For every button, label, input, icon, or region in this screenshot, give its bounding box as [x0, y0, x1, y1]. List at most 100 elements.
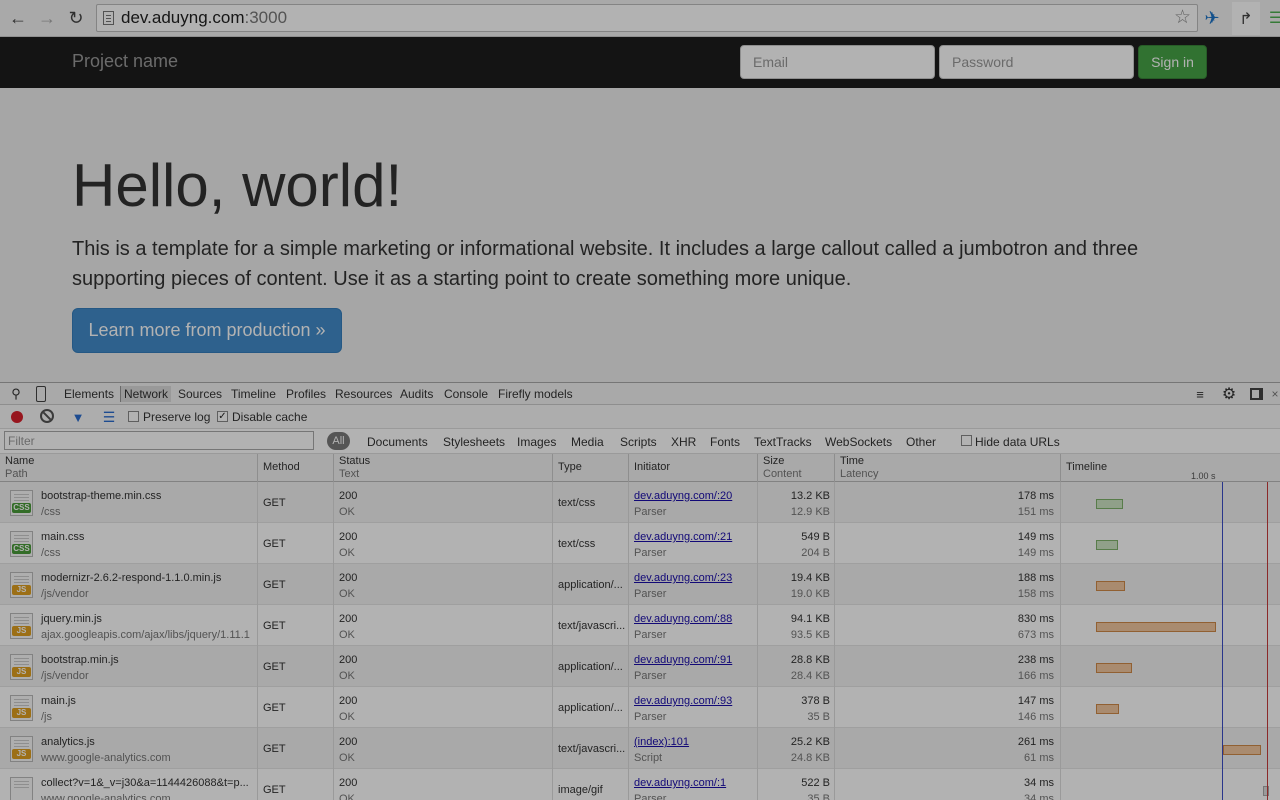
learn-more-button[interactable]: Learn more from production » — [72, 308, 342, 353]
type-cell: text/javascri... — [552, 728, 628, 769]
col-type-header[interactable]: Type — [552, 454, 582, 482]
filter-type-websockets[interactable]: WebSockets — [825, 435, 892, 449]
request-path: /js — [41, 711, 52, 723]
tab-elements[interactable]: Elements — [64, 386, 114, 402]
size-cell: 25.2 KB 24.8 KB — [757, 728, 834, 769]
tab-profiles[interactable]: Profiles — [286, 386, 326, 402]
hide-data-urls-checkbox[interactable] — [961, 435, 972, 446]
address-bar[interactable]: dev.aduyng.com:3000 ☆ — [96, 4, 1198, 32]
back-icon[interactable]: ← — [6, 6, 30, 30]
col-time-header[interactable]: Time Latency — [834, 454, 879, 482]
request-path: www.google-analytics.com — [41, 793, 171, 800]
tab-resources[interactable]: Resources — [335, 386, 392, 402]
time-cell: 188 ms 158 ms — [834, 564, 1060, 605]
reload-icon[interactable]: ↻ — [64, 6, 88, 30]
initiator-link[interactable]: dev.aduyng.com/:88 — [634, 613, 732, 625]
initiator-type: Parser — [634, 793, 667, 800]
status-text: OK — [339, 711, 355, 723]
request-content: 19.0 KB — [790, 588, 830, 600]
request-content: 204 B — [801, 547, 830, 559]
time-cell: 830 ms 673 ms — [834, 605, 1060, 646]
filter-all-button[interactable]: All — [327, 432, 350, 450]
request-row[interactable]: collect?v=1&_v=j30&a=1144426088&t=p... ww… — [0, 769, 1280, 800]
filter-type-scripts[interactable]: Scripts — [620, 435, 657, 449]
tab-network[interactable]: Network — [120, 386, 172, 402]
request-latency: 158 ms — [1017, 588, 1054, 600]
request-row[interactable]: JS bootstrap.min.js/js/vendor GET 200 OK appl… — [0, 646, 1280, 687]
status-code: 200 — [339, 736, 358, 748]
request-size: 378 B — [801, 695, 830, 707]
menu-icon[interactable]: ☰ — [1264, 6, 1280, 30]
request-latency: 166 ms — [1017, 670, 1054, 682]
type-cell: application/... — [552, 687, 628, 728]
size-cell: 522 B 35 B — [757, 769, 834, 800]
dock-side-icon[interactable] — [1250, 388, 1263, 400]
disable-cache-checkbox[interactable]: ✓ — [217, 411, 228, 422]
initiator-link[interactable]: (index):101 — [634, 736, 689, 748]
initiator-link[interactable]: dev.aduyng.com/:21 — [634, 531, 732, 543]
size-cell: 378 B 35 B — [757, 687, 834, 728]
initiator-link[interactable]: dev.aduyng.com/:91 — [634, 654, 732, 666]
col-method-header[interactable]: Method — [257, 454, 300, 482]
large-rows-icon[interactable]: ☰ — [101, 409, 117, 425]
cursor-extension-icon[interactable]: ↱ — [1232, 2, 1260, 35]
status-cell: 200 OK — [333, 482, 552, 523]
search-icon[interactable]: ⚲ — [8, 386, 24, 402]
clear-icon[interactable] — [40, 409, 54, 423]
img-file-icon — [10, 777, 33, 800]
close-devtools-icon[interactable]: × — [1270, 386, 1280, 402]
initiator-cell: (index):101 Script — [628, 728, 757, 769]
settings-gear-icon[interactable]: ⚙ — [1220, 385, 1238, 403]
request-row[interactable]: CSS bootstrap-theme.min.css/css GET 200 OK te… — [0, 482, 1280, 523]
tab-timeline[interactable]: Timeline — [231, 386, 276, 402]
filter-type-xhr[interactable]: XHR — [671, 435, 696, 449]
col-status-header[interactable]: Status Text — [333, 454, 370, 482]
request-row[interactable]: JS main.js/js GET 200 OK application/... dev.a… — [0, 687, 1280, 728]
request-row[interactable]: JS jquery.min.js ajax.googleapis.com/ajax/… — [0, 605, 1280, 646]
request-content: 12.9 KB — [790, 506, 830, 518]
filter-type-images[interactable]: Images — [517, 435, 556, 449]
initiator-type: Parser — [634, 711, 667, 723]
tab-firefly-models[interactable]: Firefly models — [498, 386, 573, 402]
status-code: 200 — [339, 654, 358, 666]
col-timeline-header[interactable]: Timeline 1.00 s — [1060, 454, 1280, 482]
airplane-extension-icon[interactable]: ✈ — [1200, 6, 1224, 30]
col-initiator-header[interactable]: Initiator — [628, 454, 670, 482]
initiator-link[interactable]: dev.aduyng.com/:93 — [634, 695, 732, 707]
request-content: 28.4 KB — [790, 670, 830, 682]
filter-type-fonts[interactable]: Fonts — [710, 435, 740, 449]
filter-type-other[interactable]: Other — [906, 435, 936, 449]
request-row[interactable]: CSS main.css/css GET 200 OK text/css dev.aduyn… — [0, 523, 1280, 564]
record-icon[interactable] — [11, 411, 23, 423]
request-type: text/css — [558, 538, 596, 550]
request-row[interactable]: JS analytics.js www.google-analytics.com GE… — [0, 728, 1280, 769]
device-mode-icon[interactable] — [36, 386, 46, 402]
preserve-log-checkbox[interactable] — [128, 411, 139, 422]
filter-funnel-icon[interactable]: ▼ — [70, 409, 86, 425]
filter-type-documents[interactable]: Documents — [367, 435, 428, 449]
signin-button[interactable]: Sign in — [1138, 45, 1207, 79]
request-row[interactable]: JS modernizr-2.6.2-respond-1.1.0.min.js/j… — [0, 564, 1280, 605]
filter-type-stylesheets[interactable]: Stylesheets — [443, 435, 505, 449]
brand-link[interactable]: Project name — [72, 51, 178, 72]
filter-type-texttracks[interactable]: TextTracks — [754, 435, 812, 449]
password-input[interactable] — [939, 45, 1134, 79]
col-name-header[interactable]: Name Path — [0, 454, 34, 482]
forward-icon[interactable]: → — [35, 6, 59, 30]
tab-audits[interactable]: Audits — [400, 386, 433, 402]
request-type: text/javascri... — [558, 620, 626, 632]
col-size-header[interactable]: Size Content — [757, 454, 802, 482]
initiator-link[interactable]: dev.aduyng.com/:23 — [634, 572, 732, 584]
bookmark-star-icon[interactable]: ☆ — [1174, 5, 1191, 31]
initiator-link[interactable]: dev.aduyng.com/:1 — [634, 777, 726, 789]
tab-sources[interactable]: Sources — [178, 386, 222, 402]
file-type-tag: JS — [12, 749, 31, 759]
file-type-tag: CSS — [12, 503, 31, 513]
initiator-link[interactable]: dev.aduyng.com/:20 — [634, 490, 732, 502]
name-cell: JS bootstrap.min.js/js/vendor — [0, 646, 257, 687]
filter-input[interactable] — [4, 431, 314, 450]
console-drawer-icon[interactable]: ≡ — [1191, 386, 1209, 402]
tab-console[interactable]: Console — [444, 386, 488, 402]
email-input[interactable] — [740, 45, 935, 79]
filter-type-media[interactable]: Media — [571, 435, 604, 449]
